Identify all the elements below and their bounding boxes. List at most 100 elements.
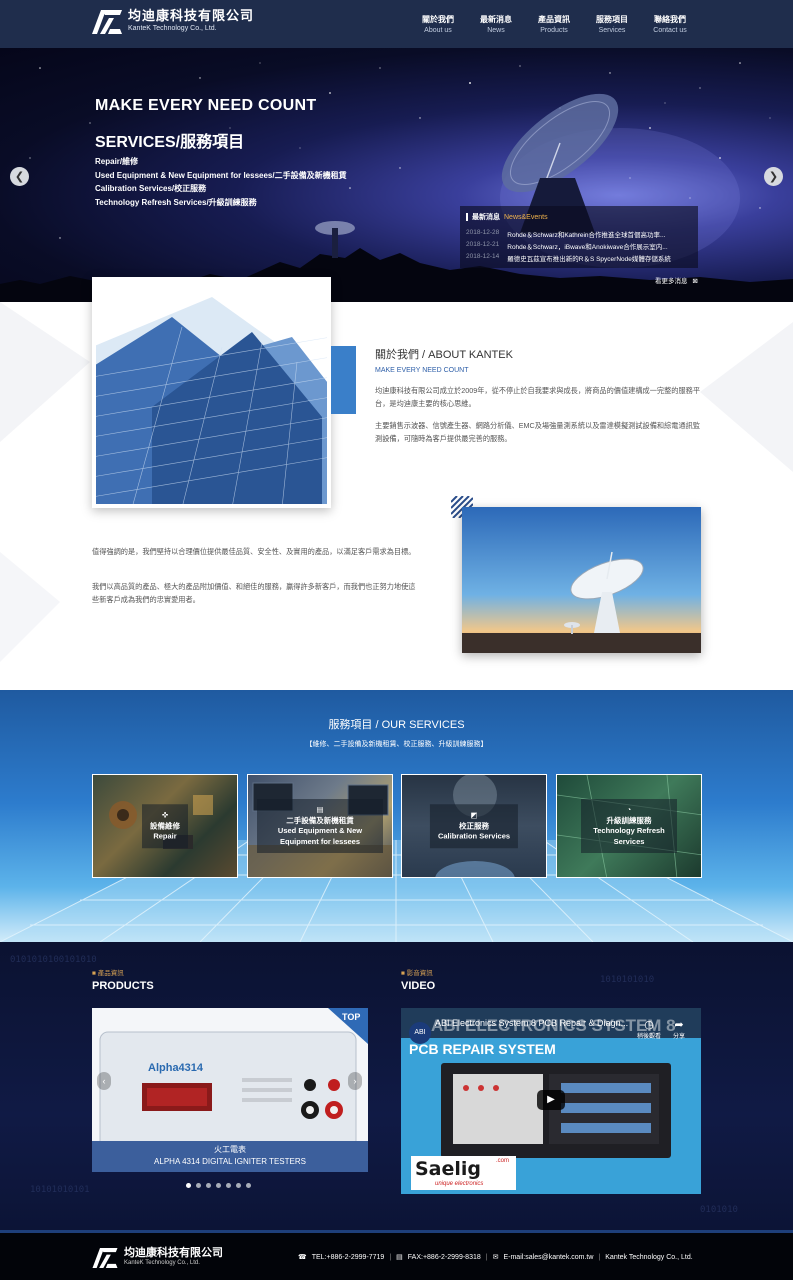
service-card-title-en: Technology Refresh Services bbox=[593, 826, 665, 846]
radio-dish-image bbox=[462, 507, 701, 653]
play-button[interactable]: ▶ bbox=[537, 1090, 565, 1110]
news-headline: Rohde＆Schwarz，iBwave和Anokiwave合作展示室内... bbox=[507, 244, 668, 251]
news-headline: 羅德史瓦茲宣布推出新的R＆S SpycerNode媒體存儲系統 bbox=[507, 256, 671, 263]
logo-company-name-en: KanteK Technology Co., Ltd. bbox=[128, 25, 217, 32]
calibrate-icon: ◩ bbox=[470, 810, 478, 820]
services-subtitle: 【維修、二手設備及新機租賃、校正服務、升級訓練服務】 bbox=[305, 741, 488, 748]
carousel-dot[interactable] bbox=[236, 1183, 241, 1188]
expand-icon: ⊠ bbox=[692, 278, 698, 285]
news-title-cn: 最新消息 bbox=[472, 214, 500, 221]
news-date: 2018-12-28 bbox=[466, 229, 500, 236]
service-card-label: ◩ 校正服務 Calibration Services bbox=[429, 804, 519, 848]
divider: | bbox=[598, 1253, 601, 1261]
building-photo bbox=[88, 273, 335, 512]
service-card-title-en: Used Equipment & New Equipment for lesse… bbox=[277, 826, 363, 846]
news-item[interactable]: 2018-12-21 Rohde＆Schwarz，iBwave和Anokiwav… bbox=[466, 241, 668, 251]
share-button[interactable]: ➦ 分享 bbox=[673, 1018, 685, 1040]
product-next-button[interactable]: › bbox=[348, 1072, 362, 1090]
svg-text:10101010101: 10101010101 bbox=[30, 1185, 90, 1195]
chevron-left-icon: ‹ bbox=[102, 1076, 106, 1086]
video-title: VIDEO bbox=[401, 980, 436, 992]
about-paragraph: 均迪康科技有限公司成立於2009年，從不停止於自我要求與成長，將商品的價值建構成… bbox=[375, 386, 701, 408]
site-footer: 均迪康科技有限公司 KanteK Technology Co., Ltd. ☎ … bbox=[0, 1230, 793, 1280]
service-card-label: ✜ 設備維修 Repair bbox=[142, 804, 188, 848]
more-news-label: 看更多消息 bbox=[655, 278, 688, 285]
hero-title: SERVICES/服務項目 bbox=[95, 134, 245, 151]
carousel-dot[interactable] bbox=[246, 1183, 251, 1188]
more-news-link[interactable]: 看更多消息 ⊠ bbox=[655, 275, 698, 285]
products-label-text: 產品資訊 bbox=[97, 970, 124, 977]
service-card-repair[interactable]: ✜ 設備維修 Repair bbox=[92, 774, 238, 878]
carousel-dot[interactable] bbox=[206, 1183, 211, 1188]
hero-service-item: Repair/維修 bbox=[95, 157, 139, 166]
chevron-right-icon: ❯ bbox=[768, 171, 779, 183]
footer-logo[interactable]: 均迪康科技有限公司 KanteK Technology Co., Ltd. bbox=[92, 1247, 223, 1268]
site-header: 均迪康科技有限公司 KanteK Technology Co., Ltd. 關於… bbox=[0, 0, 793, 48]
hero-headline: MAKE EVERY NEED COUNT bbox=[95, 97, 317, 114]
title-bar-decoration bbox=[466, 213, 468, 221]
product-prev-button[interactable]: ‹ bbox=[97, 1072, 111, 1090]
carousel-dots bbox=[186, 1183, 251, 1188]
services-section: 服務項目 / OUR SERVICES 【維修、二手設備及新機租賃、校正服務、升… bbox=[0, 690, 793, 942]
about-paragraph: 主要銷售示波器、信號產生器、網路分析儀、EMC及場強量測系統以及雷達模擬測試設備… bbox=[375, 421, 701, 443]
service-card-title-cn: 二手設備及新機租賃 bbox=[286, 815, 354, 825]
footer-tel[interactable]: TEL:+886-2-2999-7719 bbox=[312, 1254, 385, 1261]
hero-service-item: Technology Refresh Services/升級訓練服務 bbox=[95, 197, 257, 207]
divider: | bbox=[485, 1253, 488, 1261]
nav-about[interactable]: 關於我們 About us bbox=[409, 0, 467, 48]
clock-icon: ◷ bbox=[644, 1019, 654, 1031]
nav-label-en: Services bbox=[598, 27, 626, 34]
hero-banner: MAKE EVERY NEED COUNT SERVICES/服務項目 Repa… bbox=[0, 48, 793, 302]
divider: | bbox=[389, 1253, 392, 1261]
nav-products[interactable]: 產品資訊 Products bbox=[525, 0, 583, 48]
device-name: Alpha4314 bbox=[148, 1062, 204, 1074]
service-card-calibration[interactable]: ◩ 校正服務 Calibration Services bbox=[401, 774, 547, 878]
nav-news[interactable]: 最新消息 News bbox=[467, 0, 525, 48]
footer-company: Kantek Technology Co., Ltd. bbox=[605, 1253, 693, 1261]
radio-dish-photo bbox=[462, 507, 701, 653]
saelig-brand-com: .com bbox=[496, 1158, 510, 1164]
services-title: 服務項目 / OUR SERVICES bbox=[328, 719, 465, 731]
news-item[interactable]: 2018-12-28 Rohde＆Schwarz和Kathrein合作推進全球首… bbox=[466, 229, 665, 239]
service-card-title-en: Repair bbox=[153, 831, 177, 841]
service-card-title-cn: 設備維修 bbox=[150, 820, 180, 830]
nav-label-en: Products bbox=[540, 27, 568, 34]
site-logo[interactable]: 均迪康科技有限公司 KanteK Technology Co., Ltd. bbox=[92, 10, 254, 34]
carousel-dot[interactable] bbox=[226, 1183, 231, 1188]
nav-label-en: About us bbox=[424, 27, 452, 34]
news-date: 2018-12-21 bbox=[466, 241, 500, 248]
hero-service-item: Calibration Services/校正服務 bbox=[95, 184, 207, 193]
about-subtitle: MAKE EVERY NEED COUNT bbox=[375, 367, 469, 374]
footer-email[interactable]: E-mail:sales@kantek.com.tw bbox=[503, 1254, 593, 1261]
accent-block bbox=[331, 346, 356, 414]
svg-text:0101010100101010: 0101010100101010 bbox=[10, 955, 97, 965]
nav-contact[interactable]: 聯絡我們 Contact us bbox=[641, 0, 699, 48]
carousel-dot[interactable] bbox=[186, 1183, 191, 1188]
news-item[interactable]: 2018-12-14 羅德史瓦茲宣布推出新的R＆S SpycerNode媒體存儲… bbox=[466, 253, 671, 263]
video-player[interactable]: ABI ABI Electronics System 8 PCB Repair … bbox=[401, 1008, 701, 1194]
footer-company-name: 均迪康科技有限公司 bbox=[124, 1246, 223, 1259]
products-category-label: ■ 產品資訊 bbox=[92, 967, 124, 977]
saelig-tagline: unique electronics bbox=[435, 1181, 484, 1187]
hero-next-button[interactable]: ❯ bbox=[764, 167, 783, 186]
building-image bbox=[88, 273, 335, 512]
logo-company-name: 均迪康科技有限公司 bbox=[128, 9, 255, 24]
footer-company-name-en: KanteK Technology Co., Ltd. bbox=[124, 1260, 200, 1266]
footer-contact-info: ☎ TEL:+886-2-2999-7719 | ▤ FAX:+886-2-29… bbox=[298, 1253, 693, 1262]
video-category-label: ■ 影音資訊 bbox=[401, 967, 433, 977]
share-label: 分享 bbox=[673, 1034, 686, 1040]
carousel-dot[interactable] bbox=[216, 1183, 221, 1188]
news-headline: Rohde＆Schwarz和Kathrein合作推進全球首個高功率... bbox=[507, 232, 666, 239]
watch-later-button[interactable]: ◷ 稍後觀看 bbox=[637, 1018, 661, 1040]
nav-label-en: Contact us bbox=[653, 27, 687, 34]
carousel-dot[interactable] bbox=[196, 1183, 201, 1188]
phone-icon: ☎ bbox=[298, 1254, 307, 1261]
svg-text:1010101010: 1010101010 bbox=[600, 975, 654, 985]
nav-services[interactable]: 服務項目 Services bbox=[583, 0, 641, 48]
service-card-used-equipment[interactable]: ▤ 二手設備及新機租賃 Used Equipment & New Equipme… bbox=[247, 774, 393, 878]
service-card-technology-refresh[interactable]: ◔ 升級訓練服務 Technology Refresh Services bbox=[556, 774, 702, 878]
product-caption[interactable]: 火工電表 ALPHA 4314 DIGITAL IGNITER TESTERS bbox=[92, 1141, 368, 1172]
video-overlay-subheading: PCB REPAIR SYSTEM bbox=[409, 1041, 556, 1057]
hero-prev-button[interactable]: ❮ bbox=[10, 167, 29, 186]
nav-label-cn: 最新消息 bbox=[480, 15, 512, 24]
